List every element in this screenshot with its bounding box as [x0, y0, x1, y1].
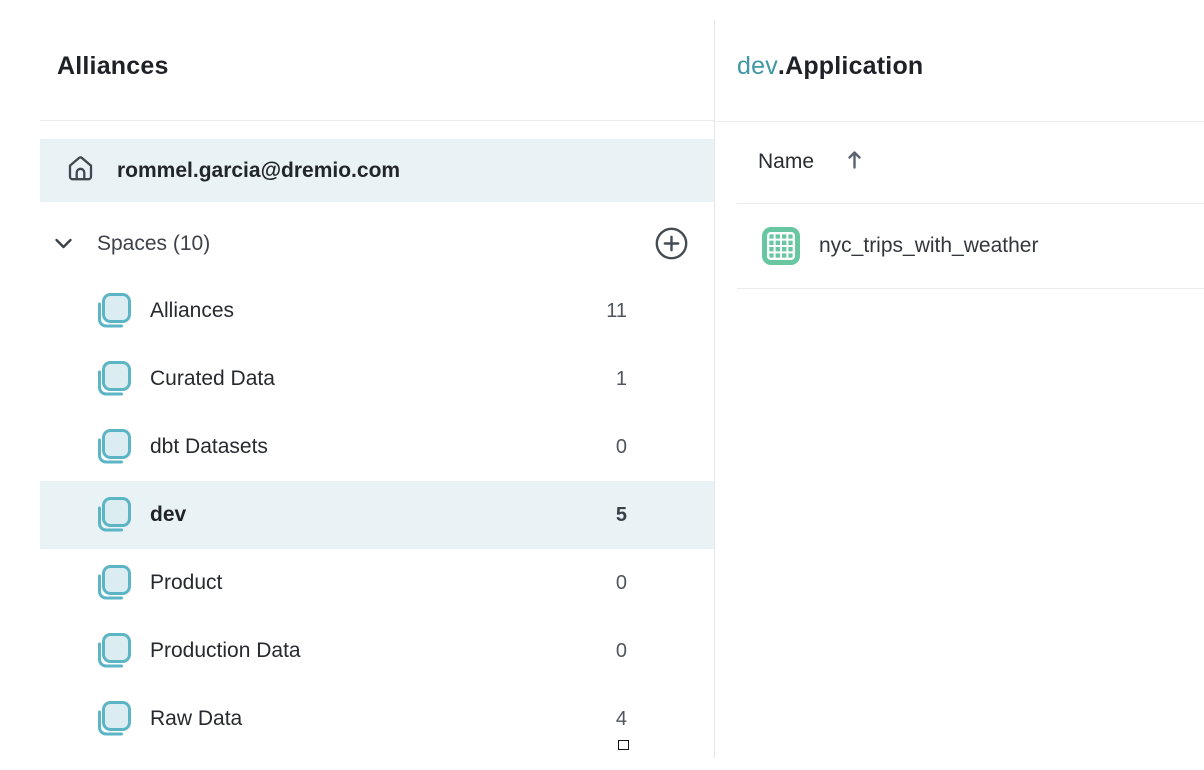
- space-icon: [95, 700, 131, 738]
- sort-ascending-icon[interactable]: [846, 149, 863, 176]
- column-header-name[interactable]: Name: [758, 149, 863, 175]
- spaces-section-header: Spaces (10): [40, 210, 714, 277]
- space-icon: [95, 428, 131, 466]
- space-name: dbt Datasets: [150, 435, 268, 459]
- space-name: Raw Data: [150, 707, 242, 731]
- space-dataset-count: 4: [616, 708, 627, 731]
- dataset-row-nyc-trips-with-weather[interactable]: nyc_trips_with_weather: [737, 204, 1204, 288]
- cursor-artifact: [618, 740, 629, 750]
- breadcrumb-space-link[interactable]: dev: [737, 52, 778, 80]
- breadcrumb: dev.Application: [737, 52, 923, 81]
- space-row-curated-data[interactable]: Curated Data 1: [40, 345, 714, 413]
- sidebar-title: Alliances: [57, 52, 169, 81]
- chevron-down-icon[interactable]: [52, 232, 75, 255]
- breadcrumb-current-folder: Application: [785, 52, 923, 80]
- space-icon: [95, 564, 131, 602]
- home-icon: [65, 153, 96, 189]
- space-dataset-count: 5: [616, 504, 627, 527]
- space-row-product[interactable]: Product 0: [40, 549, 714, 617]
- table-dataset-icon: [762, 227, 800, 265]
- space-name: Product: [150, 571, 222, 595]
- main-title-divider: [715, 121, 1204, 122]
- space-dataset-count: 0: [616, 640, 627, 663]
- spaces-section-label: Spaces (10): [97, 232, 210, 256]
- dataset-row-divider: [737, 288, 1204, 289]
- add-space-button plus-circle-icon[interactable]: [654, 226, 689, 261]
- space-dataset-count: 0: [616, 572, 627, 595]
- space-row-alliances[interactable]: Alliances 11: [40, 277, 714, 345]
- space-icon: [95, 496, 131, 534]
- space-name: Production Data: [150, 639, 301, 663]
- space-icon: [95, 632, 131, 670]
- space-dataset-count: 1: [616, 368, 627, 391]
- space-icon: [95, 360, 131, 398]
- space-dataset-count: 11: [606, 300, 627, 323]
- sidebar-title-divider: [40, 120, 714, 121]
- space-row-dev[interactable]: dev 5: [40, 481, 714, 549]
- space-icon: [95, 292, 131, 330]
- panel-divider: [714, 20, 715, 758]
- space-row-production-data[interactable]: Production Data 0: [40, 617, 714, 685]
- dremio-catalog-screen: Alliances rommel.garcia@dremio.com Space…: [0, 0, 1204, 770]
- user-email-label: rommel.garcia@dremio.com: [117, 159, 400, 183]
- space-name: Curated Data: [150, 367, 275, 391]
- dataset-name-label: nyc_trips_with_weather: [819, 234, 1038, 258]
- space-dataset-count: 0: [616, 436, 627, 459]
- space-name: dev: [150, 503, 186, 527]
- spaces-list: Alliances 11 Curated Data 1 dbt Datasets: [40, 277, 714, 753]
- space-name: Alliances: [150, 299, 234, 323]
- space-row-raw-data[interactable]: Raw Data 4: [40, 685, 714, 753]
- home-user-item[interactable]: rommel.garcia@dremio.com: [40, 139, 714, 202]
- space-row-dbt-datasets[interactable]: dbt Datasets 0: [40, 413, 714, 481]
- breadcrumb-separator: .: [778, 52, 785, 80]
- column-header-label: Name: [758, 150, 814, 174]
